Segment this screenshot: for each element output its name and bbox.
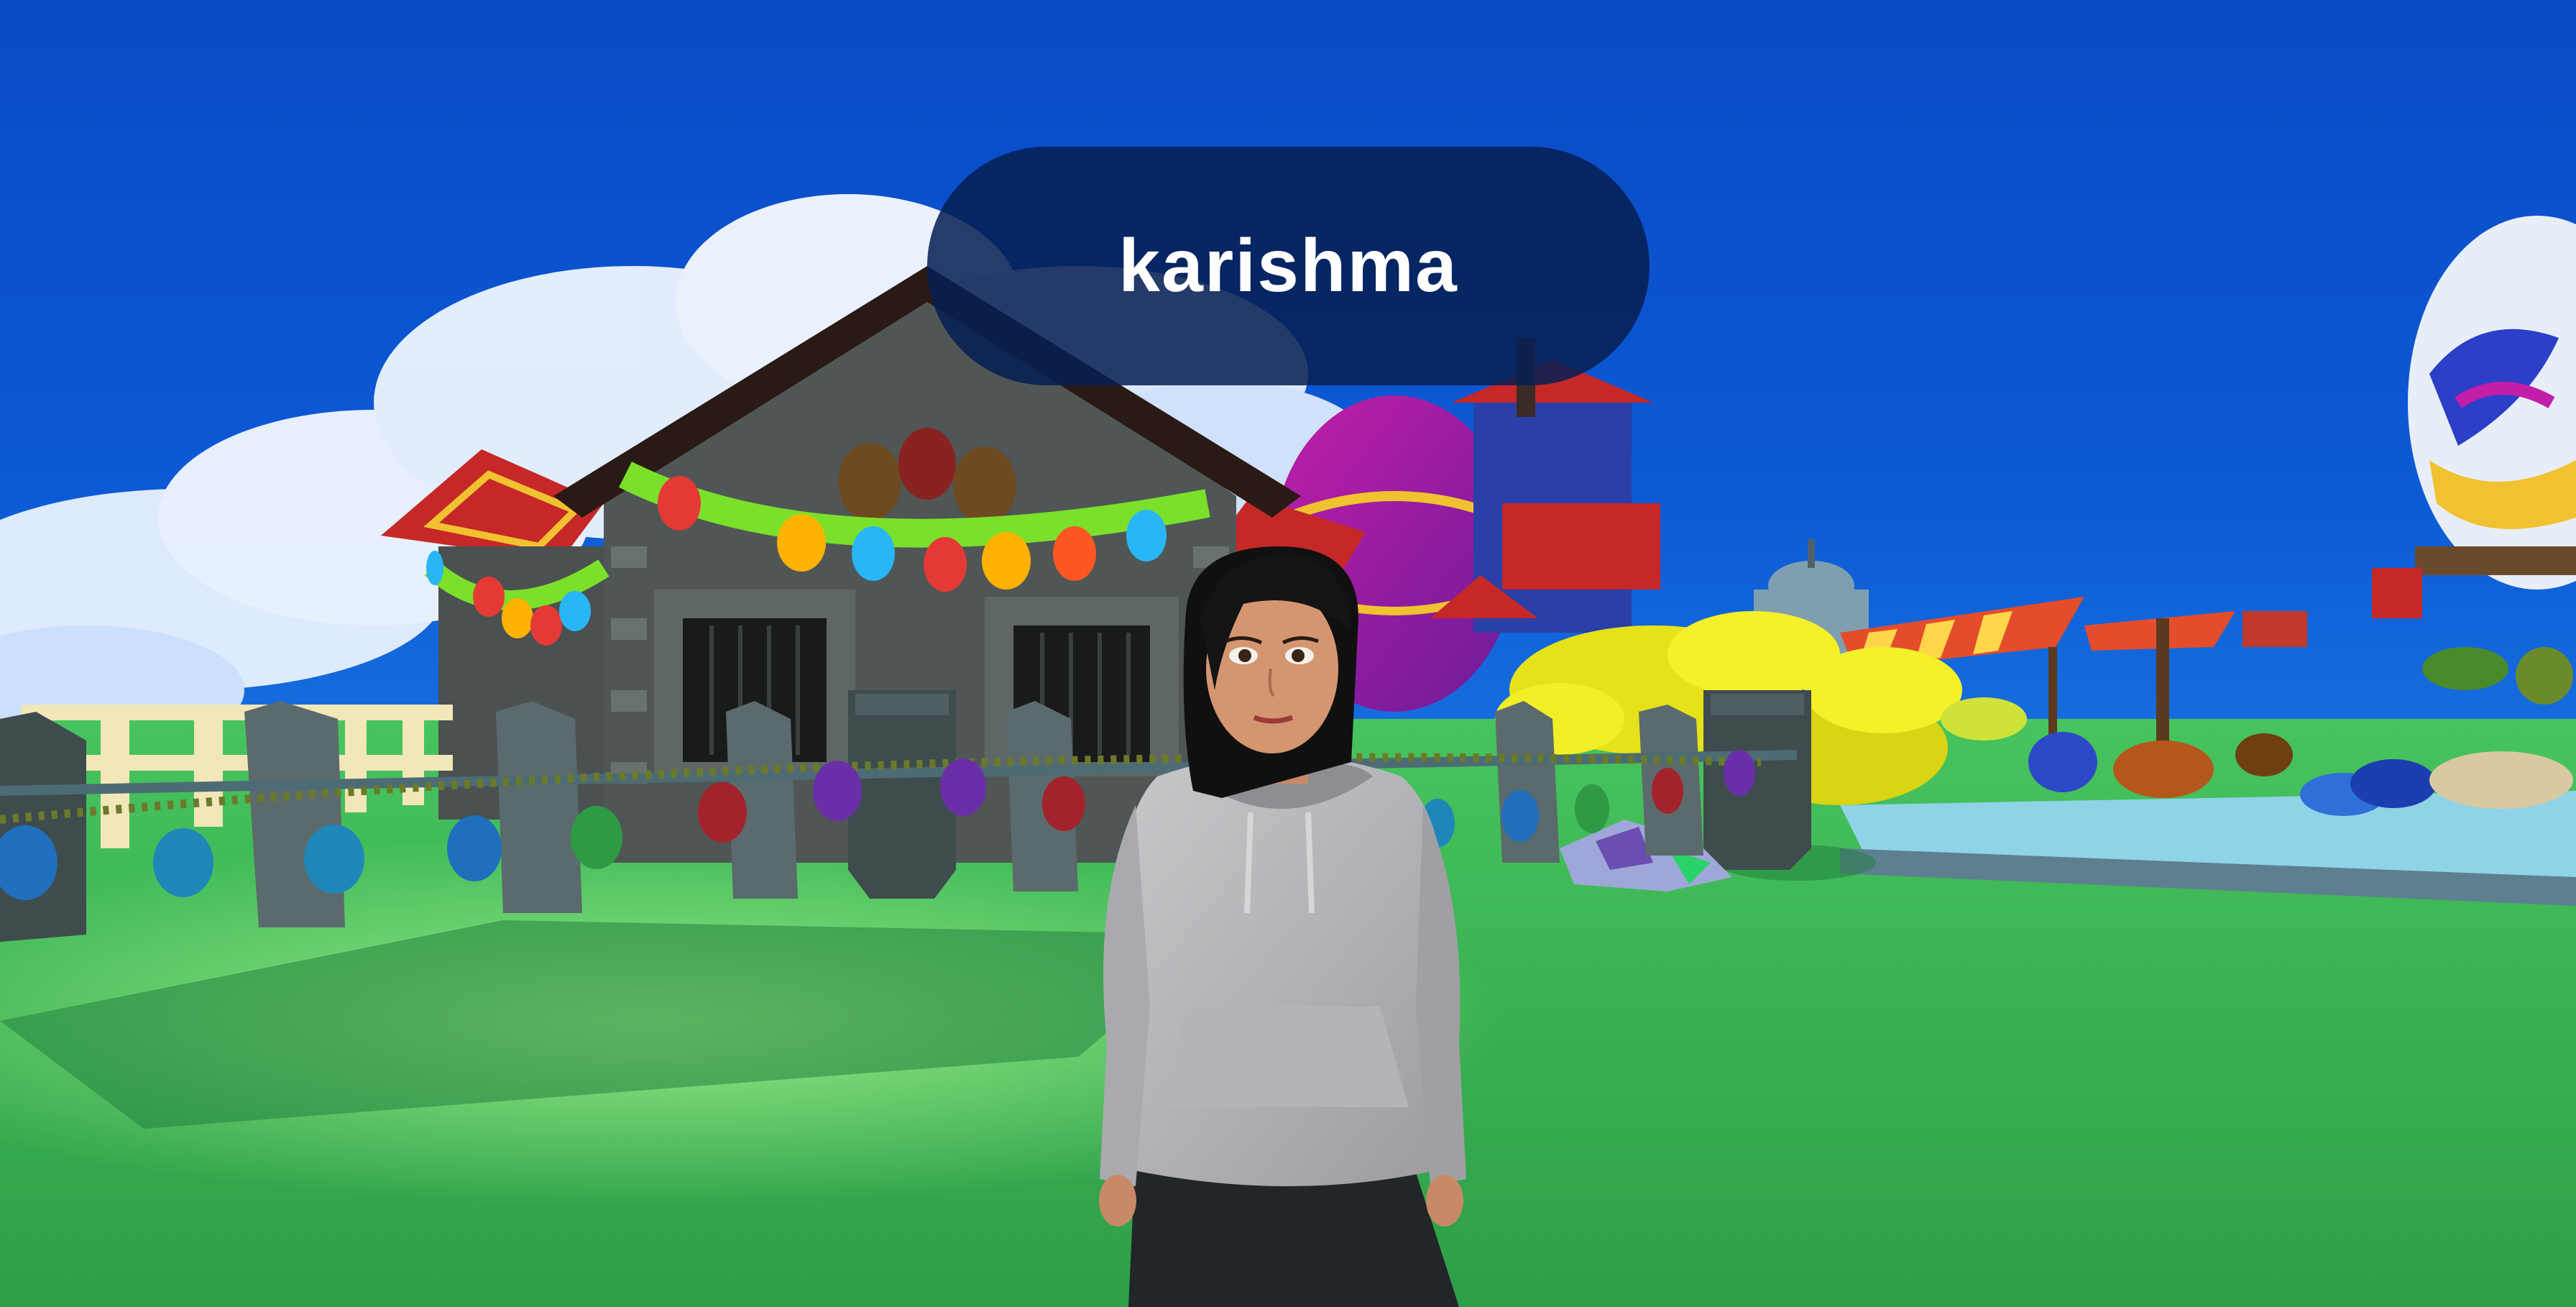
game-viewport[interactable]: karishma xyxy=(0,0,2576,1307)
player-name-tag: karishma xyxy=(927,147,1650,385)
player-name-label: karishma xyxy=(1118,224,1458,308)
